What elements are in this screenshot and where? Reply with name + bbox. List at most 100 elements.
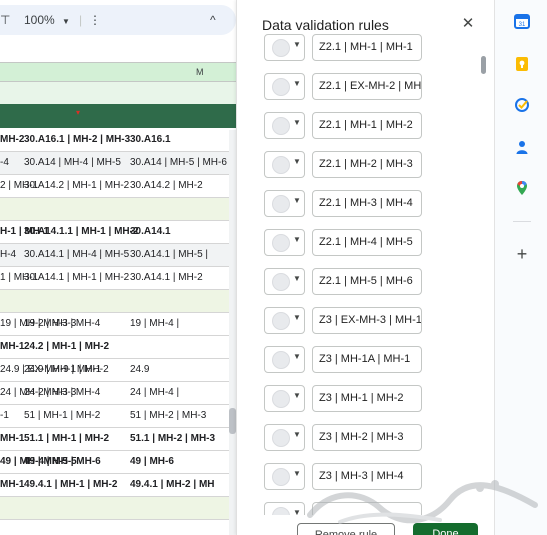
keep-icon[interactable] bbox=[514, 56, 530, 72]
sheet-row[interactable]: MH-1 24.2 | MH-1 | MH-2 bbox=[0, 336, 236, 359]
validation-rule-row[interactable]: ▼ Z2.1 | MH-5 | MH-6 bbox=[264, 268, 454, 295]
sheet-scrollbar-thumb[interactable] bbox=[229, 408, 236, 434]
maps-icon[interactable] bbox=[514, 180, 530, 196]
rule-label[interactable]: Z2.1 | MH-2 | MH-3 bbox=[312, 151, 422, 178]
validation-rule-row[interactable]: ▼ Z2.1 | MH-1 | MH-1 bbox=[264, 34, 454, 61]
column-letter[interactable]: M bbox=[196, 67, 204, 77]
sheet-cell[interactable]: 51 | MH-1 | MH-2 bbox=[24, 405, 100, 427]
rule-color-button[interactable]: ▼ bbox=[264, 463, 305, 490]
sheet-cell[interactable]: 30.A14 | MH-5 | MH-6 bbox=[130, 152, 227, 174]
sheet-cell[interactable]: 24.9 | MH-1 | MH-2 bbox=[24, 359, 109, 381]
rule-label[interactable]: Z2.1 | MH-3 | MH-4 bbox=[312, 190, 422, 217]
sheet-row[interactable] bbox=[0, 198, 236, 221]
sheet-row[interactable] bbox=[0, 290, 236, 313]
sheet-cell[interactable]: 30.A14.1 bbox=[130, 221, 171, 243]
sheet-cell[interactable]: 30.A14.1 | MH-5 | bbox=[130, 244, 208, 266]
validation-rule-row[interactable]: ▼ Z3 | EX-MH-3 | MH-1/ bbox=[264, 307, 454, 334]
sheet-cell[interactable]: 51.1 | MH-2 | MH-3 bbox=[130, 428, 215, 450]
sheet-row[interactable]: -4 30.A14 | MH-4 | MH-5 30.A14 | MH-5 | MH… bbox=[0, 152, 236, 175]
contacts-icon[interactable] bbox=[514, 139, 530, 155]
sheet-cell[interactable]: 24 | MH-4 | bbox=[130, 382, 179, 404]
sheet-cell[interactable]: 30.A14.2 | MH-2 bbox=[130, 175, 203, 197]
tasks-icon[interactable] bbox=[514, 97, 530, 113]
rule-color-button[interactable]: ▼ bbox=[264, 190, 305, 217]
paint-format-icon[interactable]: ⊤ bbox=[0, 12, 10, 28]
sheet-cell[interactable]: 49 | MH-6 bbox=[130, 451, 174, 473]
sheet-scrollbar[interactable] bbox=[229, 130, 236, 535]
validation-rule-row[interactable]: ▼ Z2.1 | EX-MH-2 | MH- bbox=[264, 73, 454, 100]
rule-label[interactable]: Z3 | MH-1 | MH-2 bbox=[312, 385, 422, 412]
sheet-cell[interactable]: 51.1 | MH-1 | MH-2 bbox=[24, 428, 109, 450]
sheet-cell[interactable]: 49.4.1 | MH-2 | MH bbox=[130, 474, 215, 496]
rule-label[interactable]: Z2.1 | MH-5 | MH-6 bbox=[312, 268, 422, 295]
sheet-row[interactable]: MH-2 30.A16.1 | MH-2 | MH-3 30.A16.1 bbox=[0, 129, 236, 152]
sheet-cell[interactable]: MH-1 bbox=[0, 428, 24, 450]
sheet-cell[interactable]: -4 bbox=[0, 152, 9, 174]
rule-color-button[interactable]: ▼ bbox=[264, 34, 305, 61]
sheet-row[interactable]: 49 | MH-4 | MH-5 49 | MH-5 | MH-6 49 | MH-… bbox=[0, 451, 236, 474]
validation-rule-row[interactable]: ▼ Z2.1 | MH-2 | MH-3 bbox=[264, 151, 454, 178]
panel-scrollbar[interactable] bbox=[480, 48, 488, 518]
zoom-chevron-down-icon[interactable]: ▼ bbox=[62, 14, 70, 30]
rule-label[interactable]: Z3 | MH-1A | MH-1 bbox=[312, 346, 422, 373]
rule-label[interactable]: Z2.1 | MH-1 | MH-1 bbox=[312, 34, 422, 61]
rule-color-button[interactable]: ▼ bbox=[264, 268, 305, 295]
selected-row[interactable]: ▾ bbox=[0, 104, 236, 128]
sheet-row[interactable] bbox=[0, 497, 236, 520]
sheet-cell[interactable]: 24.9 bbox=[130, 359, 149, 381]
collapse-toolbar-icon[interactable]: ^ bbox=[210, 12, 216, 28]
rule-label[interactable]: Z2.1 | EX-MH-2 | MH- bbox=[312, 73, 422, 100]
validation-rule-row[interactable]: ▼ Z2.1 | MH-4 | MH-5 bbox=[264, 229, 454, 256]
more-options-icon[interactable]: ⋮ bbox=[89, 12, 101, 28]
sheet-cell[interactable]: 30.A14.1.1 | MH-1 | MH-2 bbox=[24, 221, 139, 243]
rule-label[interactable]: Z2.1 | MH-1 | MH-2 bbox=[312, 112, 422, 139]
rule-label[interactable]: Z3 | EX-MH-3 | MH-1/ bbox=[312, 307, 422, 334]
sheet-cell[interactable]: 30.A16.1 bbox=[130, 129, 171, 151]
calendar-icon[interactable]: 31 bbox=[514, 13, 530, 29]
rule-color-button[interactable]: ▼ bbox=[264, 73, 305, 100]
sheet-row[interactable]: 24 | MH-2 | MH-3 24 | MH-3 | MH-4 24 | MH-… bbox=[0, 382, 236, 405]
validation-rule-row[interactable]: ▼ Z3 | MH-1 | MH-2 bbox=[264, 385, 454, 412]
rule-label[interactable]: Z3 | MH-2 | MH-3 bbox=[312, 424, 422, 451]
sheet-cell[interactable]: 19 | MH-4 | bbox=[130, 313, 179, 335]
zoom-select[interactable]: 100% bbox=[24, 12, 55, 28]
sheet-cell[interactable]: MH-1 bbox=[0, 336, 24, 358]
rule-color-button[interactable]: ▼ bbox=[264, 424, 305, 451]
rule-color-button[interactable]: ▼ bbox=[264, 385, 305, 412]
sheet-cell[interactable]: 51 | MH-2 | MH-3 bbox=[130, 405, 206, 427]
sheet-cell[interactable]: 49 | MH-5 | MH-6 bbox=[24, 451, 101, 473]
validation-rule-row[interactable]: ▼ Z3 | MH-1A | MH-1 bbox=[264, 346, 454, 373]
sheet-row[interactable]: MH-1 49.4.1 | MH-1 | MH-2 49.4.1 | MH-2 | … bbox=[0, 474, 236, 497]
sheet-cell[interactable]: 30.A14.1 | MH-2 bbox=[130, 267, 203, 289]
sheet-cell[interactable]: 24.2 | MH-1 | MH-2 bbox=[24, 336, 109, 358]
close-icon[interactable]: ✕ bbox=[459, 15, 477, 33]
rule-color-button[interactable]: ▼ bbox=[264, 307, 305, 334]
sheet-row[interactable]: 2 | MH-1 30.A14.2 | MH-1 | MH-2 30.A14.2 |… bbox=[0, 175, 236, 198]
rule-color-button[interactable]: ▼ bbox=[264, 346, 305, 373]
rule-label[interactable]: Z2.1 | MH-4 | MH-5 bbox=[312, 229, 422, 256]
sheet-cell[interactable]: MH-1 bbox=[0, 474, 24, 496]
validation-rule-row[interactable]: ▼ Z3 | MH-2 | MH-3 bbox=[264, 424, 454, 451]
panel-scrollbar-thumb[interactable] bbox=[481, 56, 486, 74]
sheet-row[interactable]: MH-1 51.1 | MH-1 | MH-2 51.1 | MH-2 | MH-3 bbox=[0, 428, 236, 451]
sheet-row[interactable]: H-1 | MH-1 30.A14.1.1 | MH-1 | MH-2 30.A14… bbox=[0, 221, 236, 244]
sheet-cell[interactable]: 30.A14.2 | MH-1 | MH-2 bbox=[24, 175, 129, 197]
sheet-row[interactable]: 1 | MH-1 30.A14.1 | MH-1 | MH-2 30.A14.1 |… bbox=[0, 267, 236, 290]
sheet-cell[interactable]: 30.A14.1 | MH-4 | MH-5 bbox=[24, 244, 129, 266]
sheet-cell[interactable]: 19 | MH-3 | MH-4 bbox=[24, 313, 100, 335]
sheet-cell[interactable]: H-4 bbox=[0, 244, 16, 266]
sheet-row[interactable]: 19 | MH-2 | MH-3 19 | MH-3 | MH-4 19 | MH-… bbox=[0, 313, 236, 336]
header-row[interactable] bbox=[0, 82, 236, 104]
sheet-cell[interactable]: 49.4.1 | MH-1 | MH-2 bbox=[24, 474, 117, 496]
validation-rule-row[interactable]: ▼ Z2.1 | MH-3 | MH-4 bbox=[264, 190, 454, 217]
sheet-cell[interactable]: 30.A16.1 | MH-2 | MH-3 bbox=[24, 129, 130, 151]
sheet-cell[interactable]: 30.A14.1 | MH-1 | MH-2 bbox=[24, 267, 129, 289]
validation-rule-row[interactable]: ▼ Z2.1 | MH-1 | MH-2 bbox=[264, 112, 454, 139]
add-addon-icon[interactable]: + bbox=[514, 245, 530, 263]
sheet-row[interactable]: H-4 30.A14.1 | MH-4 | MH-5 30.A14.1 | MH-5… bbox=[0, 244, 236, 267]
rule-color-button[interactable]: ▼ bbox=[264, 112, 305, 139]
sheet-cell[interactable]: 30.A14 | MH-4 | MH-5 bbox=[24, 152, 121, 174]
sheet-cell[interactable]: 24 | MH-3 | MH-4 bbox=[24, 382, 100, 404]
sheet-cell[interactable]: -1 bbox=[0, 405, 9, 427]
sheet-row[interactable]: -1 51 | MH-1 | MH-2 51 | MH-2 | MH-3 bbox=[0, 405, 236, 428]
